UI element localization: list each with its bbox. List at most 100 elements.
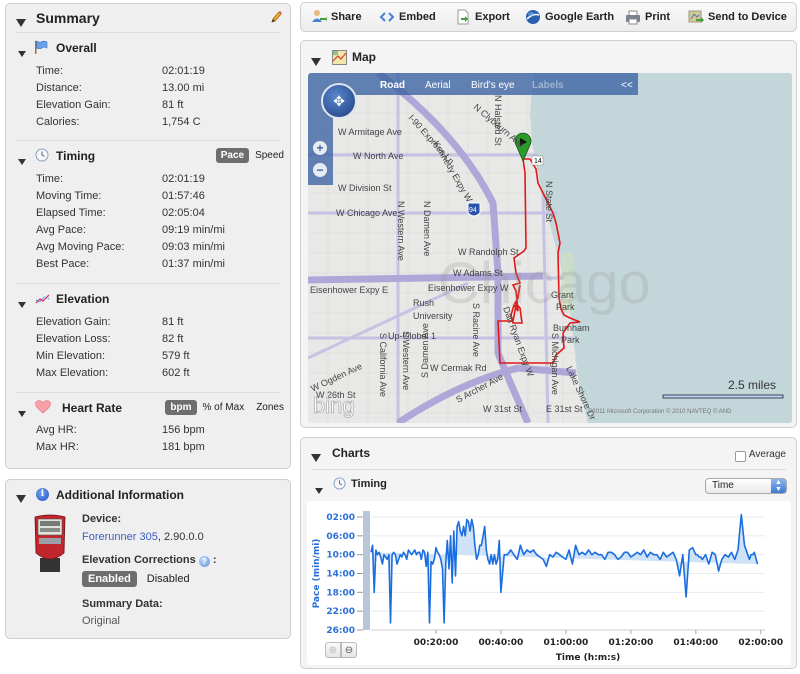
map-tab-labels[interactable]: Labels [532, 80, 564, 91]
bpm-toggle-button[interactable]: bpm [165, 400, 197, 415]
enabled-toggle-button[interactable]: Enabled [82, 571, 137, 587]
street-label: University [413, 311, 453, 321]
charts-collapse-toggle[interactable] [311, 449, 321, 467]
map-canvas: Chicago 14 W Armitage Ave W North Ave W … [308, 73, 792, 423]
print-button[interactable]: Print [625, 9, 670, 25]
timing-chart-collapse-toggle[interactable] [315, 481, 323, 499]
overall-row: Calories: 1,754 C [36, 116, 201, 128]
device-image [31, 513, 69, 573]
map-tab-birds-eye[interactable]: Bird's eye [471, 80, 515, 91]
device-name-link[interactable]: Forerunner 305 [82, 531, 158, 543]
y-tick-label: 14:00 [326, 570, 355, 580]
map-nav-collapse-button[interactable]: << [621, 80, 633, 91]
zoom-in-icon[interactable]: + [313, 141, 327, 155]
google-earth-button[interactable]: Google Earth [525, 9, 614, 25]
pace-speed-toggle: Pace Speed [215, 148, 284, 163]
street-label: S Racine Ave [471, 303, 481, 357]
pencil-icon[interactable] [270, 10, 282, 24]
zoom-out-icon[interactable]: − [313, 163, 327, 177]
street-label: E 31st St [546, 404, 583, 414]
charts-title: Charts [332, 446, 371, 460]
send-to-device-button[interactable]: Send to Device [688, 9, 787, 25]
heart-rate-collapse-toggle[interactable] [18, 404, 26, 422]
x-tick-label: 00:40:00 [479, 638, 524, 648]
summary-collapse-toggle[interactable] [16, 14, 26, 32]
zones-toggle-button[interactable]: Zones [256, 402, 284, 413]
overall-collapse-toggle[interactable] [18, 44, 26, 62]
street-label: W 31st St [483, 404, 523, 414]
street-label: Eisenhower Expy E [310, 285, 388, 295]
street-label: W Adams St [453, 268, 503, 278]
device-label: Device: [82, 513, 122, 525]
export-button[interactable]: Export [455, 9, 510, 25]
street-label: Park [556, 302, 575, 312]
timing-row: Avg Moving Pace: 09:03 min/mi [36, 241, 225, 253]
bing-logo: bing [313, 393, 355, 418]
hr-unit-toggle: bpm % of Max Zones [165, 400, 284, 415]
elevation-row: Max Elevation: 602 ft [36, 367, 190, 379]
street-label: W Ogden Ave [309, 361, 363, 393]
street-label: N Western Ave [396, 201, 406, 261]
map-scale-label: 2.5 miles [728, 378, 776, 392]
x-tick-label: 01:40:00 [673, 638, 718, 648]
street-label: Grant [551, 290, 574, 300]
toolbar: Share Embed Export Google Earth Print Se… [300, 2, 797, 32]
map-tab-aerial[interactable]: Aerial [425, 80, 451, 91]
elevation-chart-icon [35, 292, 51, 304]
send-to-device-icon [688, 9, 704, 25]
chart-zoom-out-button[interactable]: ⊖ [341, 642, 357, 658]
share-icon [311, 9, 327, 25]
disabled-toggle-button[interactable]: Disabled [147, 573, 190, 585]
y-tick-label: 18:00 [326, 588, 355, 598]
x-axis-select[interactable]: Time ▲ ▼ [705, 478, 787, 494]
map-panel: Map Chicago 14 W Armitage Ave W North Av… [300, 40, 797, 428]
elevation-title: Elevation [56, 292, 110, 306]
street-label: W Chicago Ave [336, 208, 397, 218]
street-label: W Armitage Ave [338, 127, 402, 137]
summary-data-label: Summary Data: [82, 598, 163, 610]
x-tick-label: 00:20:00 [414, 638, 459, 648]
elevation-collapse-toggle[interactable] [18, 295, 26, 313]
street-label: W North Ave [353, 151, 403, 161]
heart-icon [35, 400, 51, 414]
street-label: S Michigan Ave [550, 333, 560, 395]
map-collapse-toggle[interactable] [311, 53, 321, 71]
map-tab-road[interactable]: Road [380, 80, 405, 91]
speed-toggle-button[interactable]: Speed [255, 150, 284, 161]
map-view[interactable]: Chicago 14 W Armitage Ave W North Ave W … [308, 73, 792, 423]
share-button[interactable]: Share [311, 9, 362, 25]
elevation-row: Elevation Gain: 81 ft [36, 316, 184, 328]
street-label: Rush [413, 298, 434, 308]
timing-collapse-toggle[interactable] [18, 152, 26, 170]
help-icon[interactable]: ? [198, 556, 210, 567]
elevation-corrections-toggle: Enabled Disabled [82, 571, 190, 587]
street-label: N Damen Ave [422, 201, 432, 256]
y-axis-label: Pace (min/mi) [312, 539, 322, 609]
overall-row: Distance: 13.00 mi [36, 82, 205, 94]
x-tick-label: 02:00:00 [738, 638, 783, 648]
average-checkbox[interactable] [735, 451, 746, 462]
info-icon: i [36, 488, 49, 501]
pace-toggle-button[interactable]: Pace [215, 148, 250, 163]
chart-zoom-in-button[interactable]: ⊕ [325, 642, 341, 658]
x-tick-label: 01:20:00 [608, 638, 653, 648]
street-label: W Division St [338, 183, 392, 193]
y-tick-label: 22:00 [326, 607, 355, 617]
embed-button[interactable]: Embed [379, 9, 436, 25]
street-label: N Halsted St [493, 95, 503, 146]
heart-rate-title: Heart Rate [62, 401, 123, 415]
hr-row: Avg HR: 156 bpm [36, 424, 205, 436]
map-pan-control[interactable]: ✥ [321, 83, 357, 119]
percent-max-toggle-button[interactable]: % of Max [203, 402, 245, 413]
elevation-row: Min Elevation: 579 ft [36, 350, 190, 362]
timing-row: Elapsed Time: 02:05:04 [36, 207, 205, 219]
overall-row: Elevation Gain: 81 ft [36, 99, 184, 111]
map-copyright: ©2011 Microsoft Corporation © 2010 NAVTE… [588, 408, 732, 415]
interstate-94-shield: 94 [467, 202, 481, 217]
overall-title: Overall [56, 41, 97, 55]
additional-collapse-toggle[interactable] [16, 490, 26, 508]
pace-chart: 02:00 06:00 10:00 14:00 18:00 22:00 26:00 Pace … [312, 511, 783, 663]
timing-row: Moving Time: 01:57:46 [36, 190, 205, 202]
device-version: , 2.90.0.0 [157, 531, 204, 543]
flag-icon [34, 40, 48, 54]
